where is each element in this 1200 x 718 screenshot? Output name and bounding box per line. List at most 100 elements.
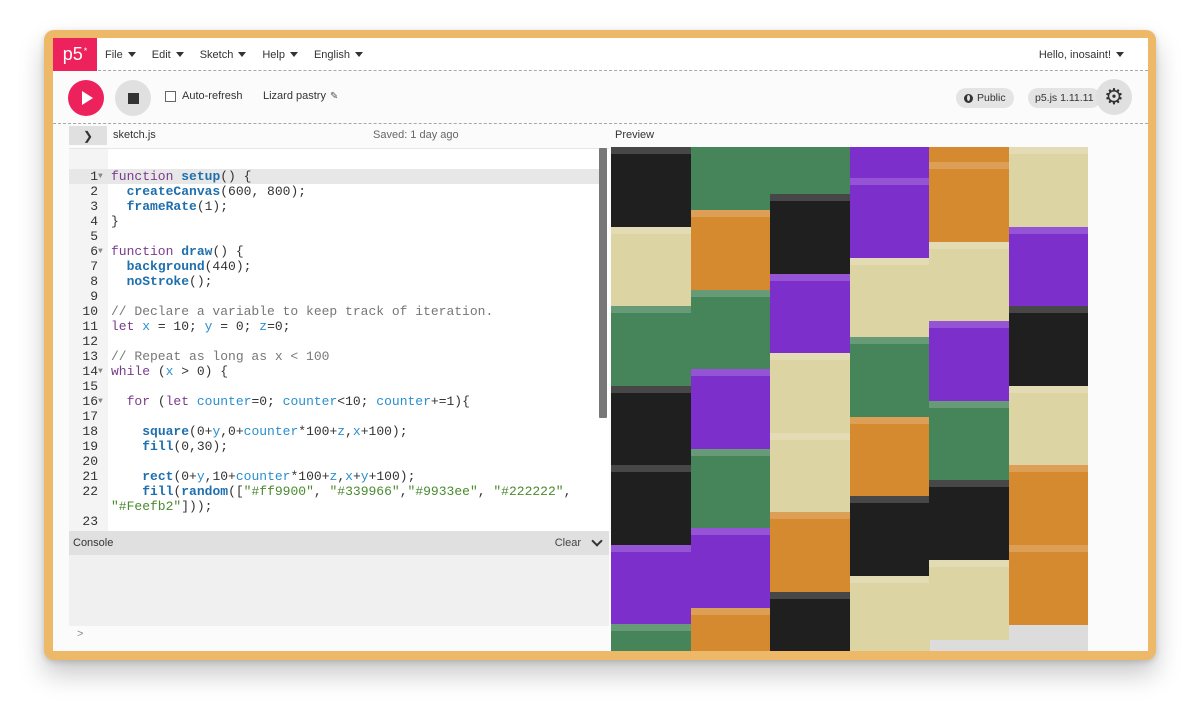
code-line[interactable]: "#Feefb2"])); (69, 499, 599, 514)
code-text: fill(0,30); (142, 439, 229, 454)
preview-tile (929, 241, 1009, 322)
settings-button[interactable]: ⚙ (1096, 79, 1132, 115)
pencil-icon[interactable]: ✎ (330, 91, 338, 102)
code-line[interactable]: 4} (69, 214, 599, 229)
menu-edit[interactable]: Edit (152, 49, 184, 61)
sketch-name[interactable]: Lizard pastry ✎ (263, 90, 338, 102)
preview-tile (611, 226, 691, 307)
preview-tile (611, 465, 691, 545)
code-line[interactable]: 3 frameRate(1); (69, 199, 599, 214)
preview-tile (849, 575, 930, 651)
preview-tile (690, 210, 771, 290)
preview-tile (1008, 226, 1088, 307)
line-number: 11 (82, 319, 98, 334)
preview-tile (849, 337, 930, 417)
code-line[interactable]: 18 square(0+y,0+counter*100+z,x+100); (69, 424, 599, 439)
top-nav: p5 * File Edit Sketch Help English Hello,… (53, 38, 1148, 71)
code-line[interactable]: 15 (69, 379, 599, 394)
preview-tile (929, 480, 1009, 560)
code-line[interactable]: 20 (69, 454, 599, 469)
code-text: createCanvas(600, 800); (126, 184, 307, 199)
code-text: background(440); (126, 259, 252, 274)
play-icon (82, 91, 93, 105)
file-tab[interactable]: sketch.js (113, 129, 156, 141)
preview-tile (690, 289, 771, 370)
caret-down-icon (238, 52, 247, 57)
console-title: Console (73, 537, 114, 549)
preview-tile (849, 257, 930, 338)
console-clear-button[interactable]: Clear (555, 537, 581, 549)
code-text: function draw() { (111, 244, 244, 259)
console-header: Console Clear (69, 531, 609, 555)
code-line[interactable]: 11 let x = 10; y = 0; z=0; (69, 319, 599, 334)
console-input-prompt[interactable]: > (77, 628, 83, 640)
menu-bar: File Edit Sketch Help English (105, 38, 379, 71)
code-line[interactable]: 1 ▼ function setup() { (69, 169, 599, 184)
code-line[interactable]: 17 (69, 409, 599, 424)
code-line[interactable]: 21 rect(0+y,10+counter*100+z,x+y+100); (69, 469, 599, 484)
code-line[interactable]: 10 // Declare a variable to keep track of… (69, 304, 599, 319)
code-text: noStroke(); (126, 274, 213, 289)
auto-refresh-checkbox[interactable] (165, 90, 176, 102)
code-text: rect(0+y,10+counter*100+z,x+y+100); (142, 469, 416, 484)
preview-tile (929, 400, 1009, 481)
console-output (69, 555, 609, 626)
menu-file[interactable]: File (105, 49, 136, 61)
auto-refresh-toggle[interactable]: Auto-refresh (165, 90, 243, 102)
menu-help[interactable]: Help (262, 49, 298, 61)
line-number: 20 (82, 454, 98, 469)
preview-tile (1008, 544, 1088, 625)
line-number: 8 (90, 274, 98, 289)
globe-icon (964, 93, 973, 103)
visibility-toggle[interactable]: Public (956, 88, 1014, 108)
code-line[interactable]: 14 ▼ while (x > 0) { (69, 364, 599, 379)
chevron-down-icon[interactable] (591, 535, 603, 547)
caret-down-icon (175, 52, 184, 57)
preview-tile (849, 147, 930, 179)
menu-language[interactable]: English (314, 49, 364, 61)
code-text: "#Feefb2"])); (111, 499, 213, 514)
code-line[interactable]: 6 ▼ function draw() { (69, 244, 599, 259)
code-line[interactable]: 9 (69, 289, 599, 304)
user-menu[interactable]: Hello, inosaint! (1039, 38, 1124, 71)
code-text: frameRate(1); (126, 199, 229, 214)
preview-tile (770, 432, 850, 513)
preview-tile (770, 353, 850, 433)
p5-logo[interactable]: p5 * (53, 38, 97, 71)
code-line[interactable]: 5 (69, 229, 599, 244)
code-line[interactable]: 8 noStroke(); (69, 274, 599, 289)
code-line[interactable]: 16 ▼ for (let counter=0; counter<10; coun… (69, 394, 599, 409)
preview-tile (929, 559, 1009, 640)
preview-tile (1008, 147, 1088, 227)
fold-arrow-icon[interactable]: ▼ (98, 364, 103, 379)
code-editor[interactable]: 1 ▼ function setup() {2 createCanvas(600, … (69, 148, 609, 531)
code-line[interactable]: 19 fill(0,30); (69, 439, 599, 454)
preview-tile (849, 416, 930, 497)
code-line[interactable]: 2 createCanvas(600, 800); (69, 184, 599, 199)
line-number: 23 (82, 514, 98, 529)
preview-tile (770, 512, 850, 592)
visibility-label: Public (977, 92, 1006, 104)
menu-sketch[interactable]: Sketch (200, 49, 247, 61)
preview-tile (929, 321, 1009, 401)
code-line[interactable]: 23 (69, 514, 599, 529)
code-line[interactable]: 7 background(440); (69, 259, 599, 274)
code-line[interactable]: 12 (69, 334, 599, 349)
fold-arrow-icon[interactable]: ▼ (98, 394, 103, 409)
code-line[interactable]: 22 fill(random(["#ff9900", "#339966","#9… (69, 484, 599, 499)
fold-arrow-icon[interactable]: ▼ (98, 244, 103, 259)
preview-tile (770, 194, 850, 274)
code-line[interactable]: 13 // Repeat as long as x < 100 (69, 349, 599, 364)
line-number: 22 (82, 484, 98, 499)
line-number: 9 (90, 289, 98, 304)
play-button[interactable] (68, 80, 104, 116)
sidebar-toggle-button[interactable]: ❯ (69, 126, 107, 145)
caret-down-icon (355, 52, 364, 57)
version-button[interactable]: p5.js 1.11.11 (1028, 88, 1101, 108)
gear-icon: ⚙ (1104, 84, 1124, 109)
editor-scrollbar[interactable] (599, 148, 607, 418)
line-number: 16 (82, 394, 98, 409)
preview-canvas[interactable] (611, 147, 1088, 651)
stop-button[interactable] (115, 80, 151, 116)
fold-arrow-icon[interactable]: ▼ (98, 169, 103, 184)
